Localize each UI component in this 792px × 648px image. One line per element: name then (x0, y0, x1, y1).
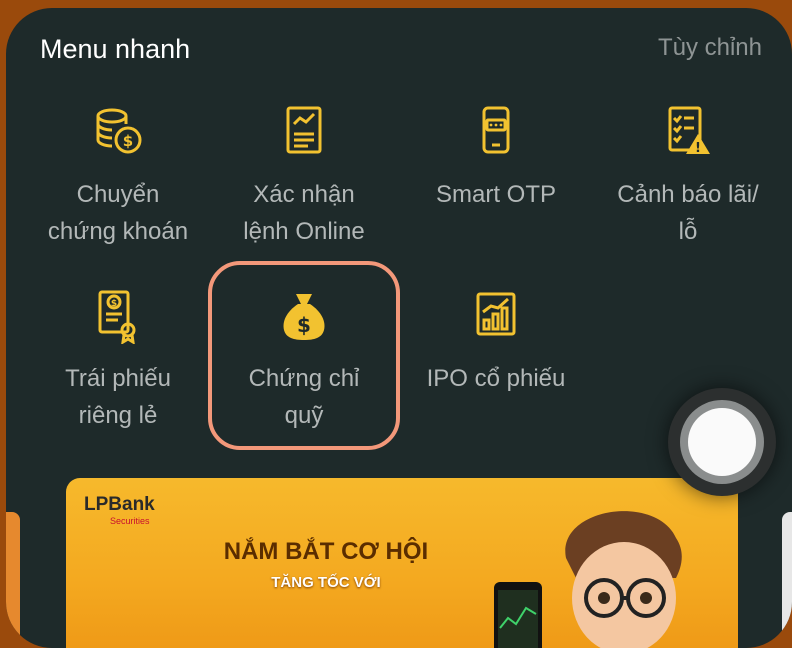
menu-item-canh-bao-lai-lo[interactable]: ! Cảnh báo lãi/ lỗ (598, 104, 778, 250)
cartoon-mascot-image (565, 511, 682, 648)
bond-certificate-icon: $ (98, 290, 136, 344)
menu-item-chuyen-chung-khoan[interactable]: $ Chuyển chứng khoán (28, 104, 208, 250)
banner-headline: NẮM BẮT CƠ HỘI (223, 538, 429, 565)
banner-next-peek[interactable] (782, 512, 792, 642)
menu-item-label: Trái phiếu riêng lẻ (65, 365, 171, 429)
banner-subline: TĂNG TỐC VỚI (271, 574, 381, 591)
customize-button[interactable]: Tùy chỉnh (658, 34, 762, 62)
quick-menu-panel: Menu nhanh Tùy chỉnh $ Chuyển chứng khoá… (6, 8, 792, 648)
growth-chart-icon (476, 292, 516, 336)
checklist-warning-icon: ! (668, 106, 710, 156)
promo-banner[interactable]: LPBank Securities NẮM BẮT CƠ HỘI TĂNG TỐ… (66, 478, 738, 648)
menu-item-smart-otp[interactable]: Smart OTP (406, 104, 586, 213)
svg-text:$: $ (123, 132, 133, 150)
banner-prev-peek[interactable] (6, 512, 20, 642)
menu-item-xac-nhan-lenh-online[interactable]: Xác nhận lệnh Online (214, 104, 394, 250)
document-chart-icon (286, 106, 322, 154)
floating-assistive-button[interactable] (668, 388, 776, 496)
lpbank-logo-subtitle: Securities (110, 516, 150, 526)
lpbank-logo: LPBank (84, 494, 155, 515)
menu-item-label: Xác nhận lệnh Online (243, 181, 365, 245)
menu-item-ipo-co-phieu[interactable]: IPO cổ phiếu (406, 288, 586, 397)
menu-item-label: Cảnh báo lãi/ lỗ (617, 181, 759, 245)
coins-transfer-icon: $ (96, 108, 142, 154)
menu-item-label: IPO cổ phiếu (426, 365, 566, 392)
menu-item-trai-phieu-rieng-le[interactable]: $ Trái phiếu riêng lẻ (28, 288, 208, 434)
svg-text:$: $ (111, 299, 117, 309)
menu-item-label: Chuyển chứng khoán (47, 181, 189, 245)
selection-highlight (208, 261, 400, 450)
section-title: Menu nhanh (40, 34, 191, 64)
phone-otp-icon (482, 106, 510, 154)
menu-item-label: Smart OTP (435, 181, 556, 208)
svg-text:!: ! (695, 141, 701, 156)
